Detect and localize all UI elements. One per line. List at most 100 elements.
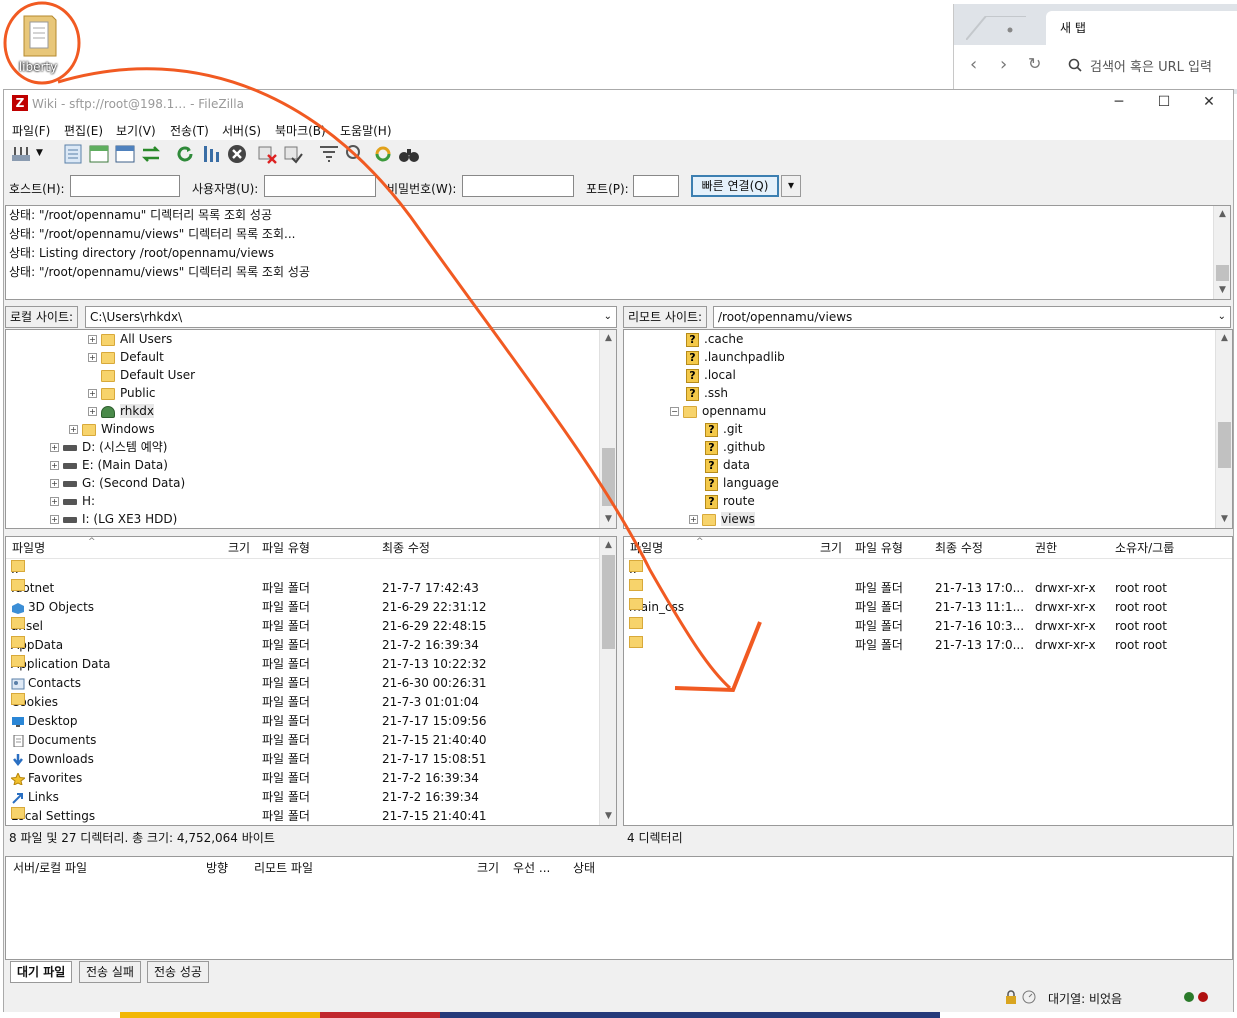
chevron-down-icon[interactable]: ▼ [36, 148, 43, 158]
compare-icon[interactable] [344, 143, 366, 165]
tree-item[interactable]: + Windows [69, 420, 155, 438]
tree-item[interactable]: Default User [88, 366, 195, 384]
cancel-operation-icon[interactable] [226, 143, 248, 165]
menu-server[interactable]: 서버(S) [222, 122, 261, 139]
password-input[interactable] [462, 175, 574, 197]
file-row[interactable]: AppData 파일 폴더 21-7-2 16:39:34 [6, 636, 596, 655]
column-header-size[interactable]: 크기 [228, 537, 250, 559]
local-path-combo[interactable]: C:\Users\rhkdx\ ⌄ [85, 306, 617, 328]
tree-item[interactable]: + views [689, 510, 755, 528]
column-header-type[interactable]: 파일 유형 [855, 537, 903, 559]
tree-item[interactable]: + I: (LG XE3 HDD) [50, 510, 177, 528]
back-icon[interactable]: ‹ [970, 54, 977, 75]
expand-icon[interactable]: + [88, 353, 97, 362]
tree-item[interactable]: + E: (Main Data) [50, 456, 168, 474]
file-row[interactable]: Cookies 파일 폴더 21-7-3 01:01:04 [6, 693, 596, 712]
scroll-thumb[interactable] [602, 555, 615, 649]
menu-view[interactable]: 보기(V) [116, 122, 156, 139]
column-header-server-local[interactable]: 서버/로컬 파일 [13, 857, 87, 879]
column-header-size[interactable]: 크기 [477, 857, 499, 879]
collapse-icon[interactable]: − [670, 407, 679, 416]
file-row[interactable]: 파일 폴더 21-7-13 17:0... drwxr-xr-x root root [624, 636, 1214, 655]
menu-edit[interactable]: 편집(E) [64, 122, 103, 139]
tree-item[interactable]: + Default [88, 348, 164, 366]
expand-icon[interactable]: + [88, 335, 97, 344]
reload-icon[interactable]: ↻ [1028, 54, 1041, 73]
scroll-up-icon[interactable]: ▲ [600, 537, 617, 554]
tree-item[interactable]: ? data [705, 456, 750, 474]
expand-icon[interactable]: + [88, 407, 97, 416]
file-row[interactable]: 3D Objects 파일 폴더 21-6-29 22:31:12 [6, 598, 596, 617]
column-header-size[interactable]: 크기 [820, 537, 842, 559]
column-header-remote-file[interactable]: 리모트 파일 [254, 857, 313, 879]
file-row[interactable]: Downloads 파일 폴더 21-7-17 15:08:51 [6, 750, 596, 769]
local-tree-icon[interactable] [88, 143, 110, 165]
file-row[interactable]: 파일 폴더 21-7-13 17:0... drwxr-xr-x root root [624, 579, 1214, 598]
message-log-icon[interactable] [62, 143, 84, 165]
column-header-direction[interactable]: 방향 [206, 857, 228, 879]
expand-icon[interactable]: + [50, 479, 59, 488]
column-header-permissions[interactable]: 권한 [1035, 537, 1057, 559]
scroll-thumb[interactable] [1218, 422, 1231, 468]
expand-icon[interactable]: + [50, 515, 59, 524]
port-input[interactable] [633, 175, 679, 197]
scroll-up-icon[interactable]: ▲ [600, 330, 617, 347]
file-row[interactable]: Contacts 파일 폴더 21-6-30 00:26:31 [6, 674, 596, 693]
column-header-type[interactable]: 파일 유형 [262, 537, 310, 559]
expand-icon[interactable]: + [88, 389, 97, 398]
sync-browse-icon[interactable] [372, 143, 394, 165]
scroll-down-icon[interactable]: ▼ [1216, 511, 1233, 528]
tree-item[interactable]: + G: (Second Data) [50, 474, 185, 492]
file-row[interactable]: 파일 폴더 21-7-16 10:3... drwxr-xr-x root root [624, 617, 1214, 636]
quickconnect-button[interactable]: 빠른 연결(Q) [691, 175, 779, 197]
disconnect-icon[interactable] [256, 143, 278, 165]
expand-icon[interactable]: + [69, 425, 78, 434]
column-header-name[interactable]: 파일명 [12, 537, 45, 559]
site-manager-icon[interactable] [10, 143, 32, 165]
remote-tree-icon[interactable] [114, 143, 136, 165]
binoculars-icon[interactable] [398, 143, 420, 165]
remote-path-combo[interactable]: /root/opennamu/views ⌄ [713, 306, 1231, 328]
minimize-button[interactable]: ─ [1104, 94, 1134, 114]
column-header-name[interactable]: 파일명 [630, 537, 663, 559]
quickconnect-dropdown[interactable]: ▾ [781, 175, 801, 197]
tree-item[interactable]: + All Users [88, 330, 172, 348]
menu-bookmarks[interactable]: 북마크(B) [275, 122, 326, 139]
file-row[interactable]: .. [6, 560, 596, 579]
file-row[interactable]: Documents 파일 폴더 21-7-15 21:40:40 [6, 731, 596, 750]
forward-icon[interactable]: › [1000, 54, 1007, 75]
scroll-thumb[interactable] [602, 448, 615, 506]
username-input[interactable] [264, 175, 376, 197]
file-row[interactable]: Links 파일 폴더 21-7-2 16:39:34 [6, 788, 596, 807]
host-input[interactable] [70, 175, 180, 197]
expand-icon[interactable]: + [50, 497, 59, 506]
tree-item[interactable]: + rhkdx [88, 402, 154, 420]
column-header-priority[interactable]: 우선 ... [513, 857, 550, 879]
file-row[interactable]: Desktop 파일 폴더 21-7-17 15:09:56 [6, 712, 596, 731]
tree-item[interactable]: ? .local [686, 366, 736, 384]
filter-icon[interactable] [318, 143, 340, 165]
tree-item[interactable]: ? .launchpadlib [686, 348, 785, 366]
file-row[interactable]: main_css 파일 폴더 21-7-13 11:1... drwxr-xr-x ro… [624, 598, 1214, 617]
close-button[interactable]: ✕ [1194, 94, 1224, 114]
tree-item[interactable]: ? .git [705, 420, 742, 438]
scroll-down-icon[interactable]: ▼ [600, 808, 617, 825]
scroll-down-icon[interactable]: ▼ [600, 511, 617, 528]
reconnect-icon[interactable] [282, 143, 304, 165]
file-row[interactable]: .dotnet 파일 폴더 21-7-7 17:42:43 [6, 579, 596, 598]
process-queue-icon[interactable] [200, 143, 222, 165]
tree-item[interactable]: + D: (시스템 예약) [50, 438, 167, 456]
menu-help[interactable]: 도움말(H) [340, 122, 392, 139]
tree-item[interactable]: ? .ssh [686, 384, 728, 402]
tree-item[interactable]: − opennamu [670, 402, 766, 420]
column-header-owner[interactable]: 소유자/그룹 [1115, 537, 1174, 559]
scroll-up-icon[interactable]: ▲ [1214, 206, 1231, 223]
file-row[interactable]: Favorites 파일 폴더 21-7-2 16:39:34 [6, 769, 596, 788]
file-row[interactable]: ansel 파일 폴더 21-6-29 22:48:15 [6, 617, 596, 636]
file-row[interactable]: Local Settings 파일 폴더 21-7-15 21:40:41 [6, 807, 596, 826]
column-header-status[interactable]: 상태 [573, 857, 595, 879]
tree-item[interactable]: ? .cache [686, 330, 743, 348]
tree-item[interactable]: ? language [705, 474, 779, 492]
scroll-down-icon[interactable]: ▼ [1214, 282, 1231, 299]
file-row[interactable]: Application Data 파일 폴더 21-7-13 10:22:32 [6, 655, 596, 674]
